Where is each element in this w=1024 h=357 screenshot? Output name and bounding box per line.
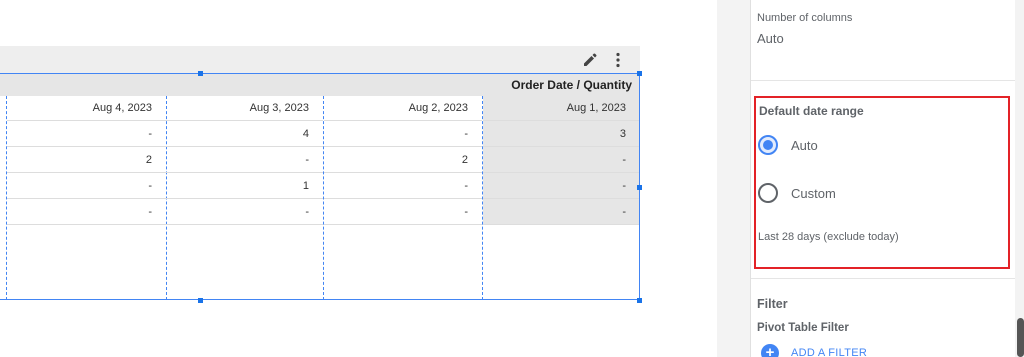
table-cell: - — [7, 173, 166, 199]
report-canvas: Order Date / Quantity Aug 4, 2023 - 2 - … — [0, 0, 1024, 357]
column-date-header[interactable]: Aug 4, 2023 — [7, 96, 166, 121]
radio-custom-label[interactable]: Custom — [791, 186, 836, 201]
pivot-header-row: Order Date / Quantity — [0, 74, 639, 96]
pivot-column: Aug 2, 2023 - 2 - - — [324, 96, 483, 300]
pencil-icon[interactable] — [580, 50, 600, 70]
scrollbar-thumb[interactable] — [1017, 318, 1024, 357]
table-cell: - — [7, 121, 166, 147]
column-date-header[interactable]: Aug 3, 2023 — [166, 96, 323, 121]
column-date-header[interactable]: Aug 2, 2023 — [324, 96, 482, 121]
table-cell: 3 — [483, 121, 639, 147]
resize-handle[interactable] — [637, 185, 642, 190]
properties-panel: Number of columns Auto Default date rang… — [717, 0, 1024, 357]
filter-title: Filter — [757, 297, 788, 311]
resize-handle[interactable] — [198, 298, 203, 303]
table-cell: - — [166, 147, 323, 173]
table-cell: 4 — [166, 121, 323, 147]
radio-checked-icon[interactable] — [758, 135, 778, 155]
table-cell: - — [483, 173, 639, 199]
radio-auto[interactable]: Auto — [758, 133, 818, 157]
number-of-columns-value[interactable]: Auto — [757, 31, 784, 46]
table-cell: 1 — [166, 173, 323, 199]
date-range-hint: Last 28 days (exclude today) — [758, 231, 899, 243]
table-cell: 2 — [324, 147, 482, 173]
add-filter-label[interactable]: ADD A FILTER — [791, 347, 867, 357]
table-cell: - — [483, 147, 639, 173]
pivot-column: Aug 4, 2023 - 2 - - — [6, 96, 167, 300]
more-vert-icon[interactable] — [608, 50, 628, 70]
table-cell: - — [7, 199, 166, 225]
section-divider — [751, 80, 1015, 81]
pivot-header-title: Order Date / Quantity — [511, 78, 632, 92]
default-date-range-section: Default date range Auto Custom Last 28 d… — [754, 96, 1010, 269]
default-date-range-title: Default date range — [759, 104, 864, 118]
pivot-column: Aug 3, 2023 4 - 1 - — [166, 96, 324, 300]
table-cell: - — [324, 199, 482, 225]
radio-unchecked-icon[interactable] — [758, 183, 778, 203]
resize-handle[interactable] — [637, 298, 642, 303]
number-of-columns-label: Number of columns — [757, 12, 853, 24]
table-cell: - — [324, 173, 482, 199]
table-cell: - — [483, 199, 639, 225]
properties-card: Number of columns Auto Default date rang… — [750, 0, 1015, 357]
column-date-header[interactable]: Aug 1, 2023 — [483, 96, 639, 121]
radio-custom[interactable]: Custom — [758, 181, 836, 205]
pivot-column: Aug 1, 2023 3 - - - — [483, 96, 639, 300]
resize-handle[interactable] — [637, 71, 642, 76]
radio-auto-label[interactable]: Auto — [791, 138, 818, 153]
resize-handle[interactable] — [198, 71, 203, 76]
chart-toolbar — [0, 46, 640, 73]
table-cell: - — [324, 121, 482, 147]
section-divider — [751, 278, 1015, 279]
pivot-table-filter-title: Pivot Table Filter — [757, 322, 849, 334]
add-filter-button[interactable]: + ADD A FILTER — [761, 344, 867, 357]
pivot-table[interactable]: Order Date / Quantity Aug 4, 2023 - 2 - … — [0, 71, 642, 303]
table-cell: 2 — [7, 147, 166, 173]
plus-icon[interactable]: + — [761, 344, 779, 357]
table-cell: - — [166, 199, 323, 225]
